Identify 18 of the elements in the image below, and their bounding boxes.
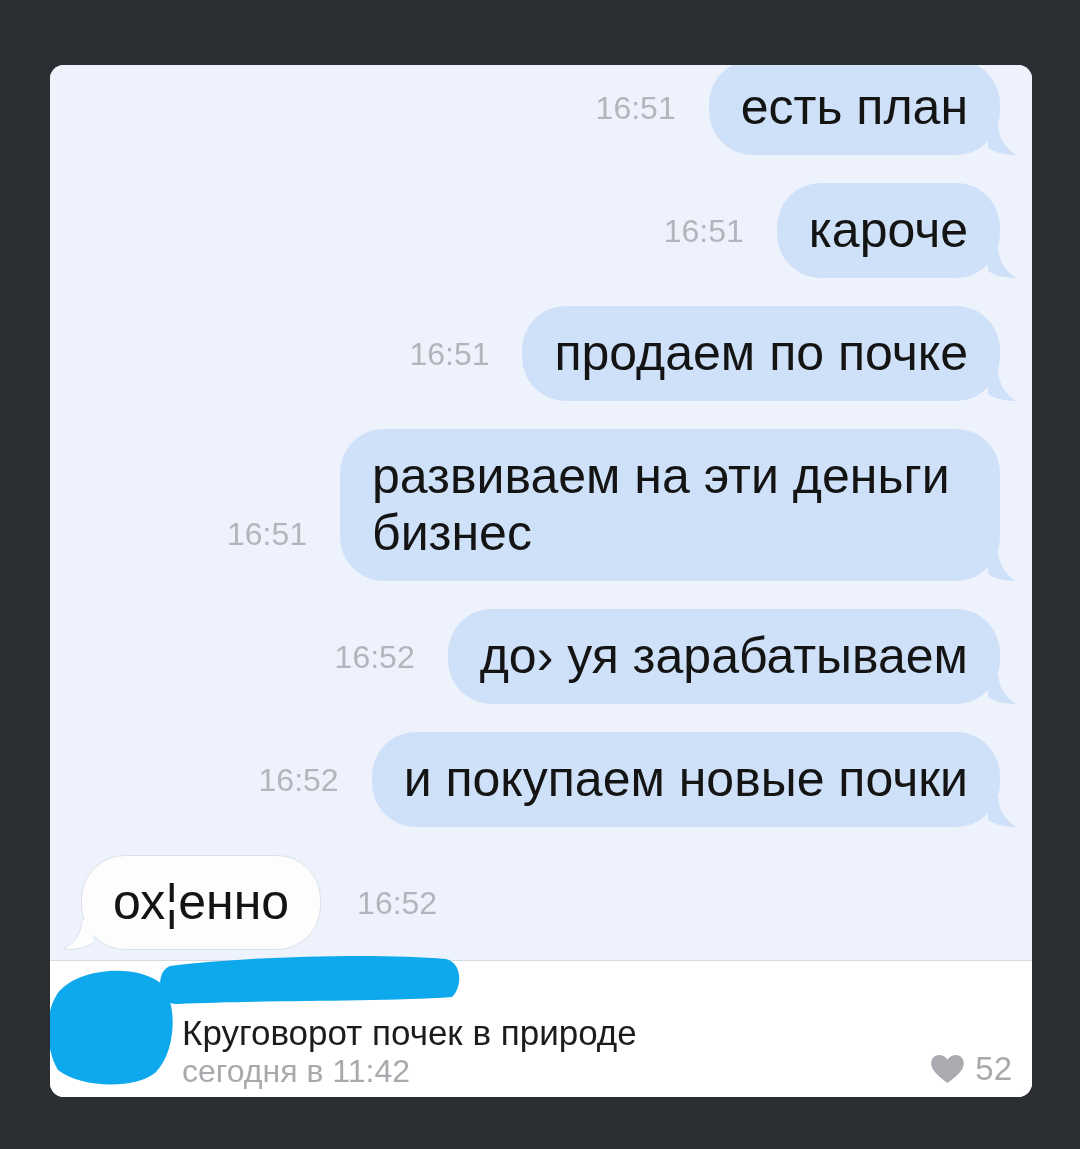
message-text: развиваем на эти деньги бизнес (371, 447, 951, 563)
message-text: до› уя зарабатываем (478, 627, 969, 686)
message-text: продаем по почке (553, 324, 969, 383)
heart-icon (930, 1055, 966, 1083)
message-time: 16:51 (663, 212, 744, 251)
like-button[interactable]: 52 (930, 1050, 1032, 1097)
message-text: кароче (807, 201, 969, 260)
post-caption: Круговорот почек в природе (182, 1013, 637, 1053)
message-text: и покупаем новые почки (402, 750, 969, 809)
message-text: есть план (739, 78, 969, 137)
message-time: 16:52 (357, 884, 438, 923)
message-time: 16:51 (409, 335, 490, 374)
message-time: 16:52 (258, 761, 339, 800)
message-time: 16:51 (226, 515, 307, 554)
message-time: 16:51 (595, 89, 676, 128)
post-date: сегодня в 11:42 (182, 1053, 411, 1090)
message-time: 16:52 (334, 638, 415, 677)
message-text: ох¦енно (112, 873, 291, 932)
